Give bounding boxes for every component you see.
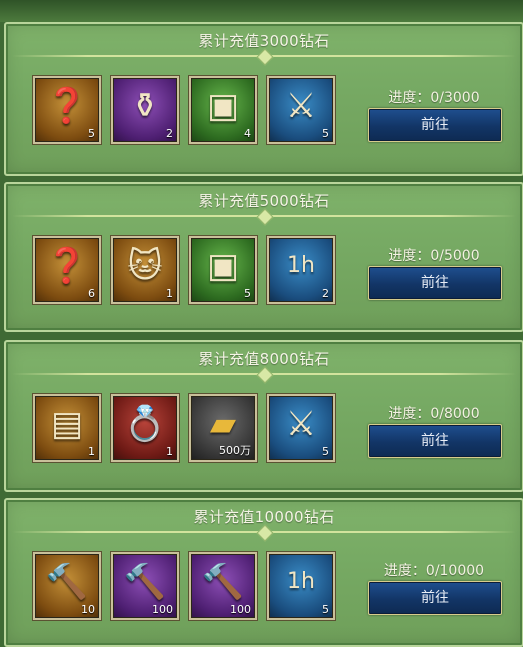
sapphire-ring-icon: 💍 xyxy=(123,404,167,444)
white-cat-icon: 🐱 xyxy=(127,246,163,286)
reward-item[interactable]: ⚱ 2 xyxy=(111,76,179,144)
reward-count: 5 xyxy=(322,127,329,140)
reward-count: 4 xyxy=(244,127,251,140)
golden-vase-icon: ⚱ xyxy=(130,86,160,126)
go-button[interactable]: 前往 xyxy=(368,266,502,300)
reward-item[interactable]: ▣ 4 xyxy=(189,76,257,144)
go-button[interactable]: 前往 xyxy=(368,108,502,142)
progress-text: 进度：0/3000 xyxy=(388,90,480,106)
reward-count: 6 xyxy=(88,287,95,300)
hourglass-1h-speedup-icon: 1h xyxy=(287,253,315,278)
go-button[interactable]: 前往 xyxy=(368,581,502,615)
divider-ornament-icon xyxy=(256,208,274,226)
reward-item[interactable]: 🔨 100 xyxy=(111,552,179,620)
recharge-tier-panel-3000: 累计充值3000钻石 ❓ 5 ⚱ 2 ▣ 4 ⚔ 5 进度：0/3000 前往 xyxy=(4,22,523,176)
reward-item[interactable]: ▣ 5 xyxy=(189,236,257,304)
divider-ornament-icon xyxy=(256,48,274,66)
progress-text: 进度：0/8000 xyxy=(388,406,480,422)
silver-chest-icon: ▣ xyxy=(206,86,240,126)
go-button[interactable]: 前往 xyxy=(368,424,502,458)
recharge-tier-panel-5000: 累计充值5000钻石 ❓ 6 🐱 1 ▣ 5 1h 2 进度：0/5000 前往 xyxy=(4,182,523,332)
progress-text: 进度：0/5000 xyxy=(388,248,480,264)
crossed-swords-icon: ⚔ xyxy=(285,404,317,444)
reward-count: 5 xyxy=(88,127,95,140)
reward-item[interactable]: ▤ 1 xyxy=(33,394,101,462)
reward-count: 100 xyxy=(152,603,173,616)
silver-chest-icon: ▣ xyxy=(206,246,240,286)
reward-count: 5 xyxy=(322,603,329,616)
reward-count: 500万 xyxy=(219,444,251,457)
reward-item[interactable]: ❓ 6 xyxy=(33,236,101,304)
hourglass-1h-speedup-icon: 1h xyxy=(287,569,315,594)
reward-count: 10 xyxy=(81,603,95,616)
reward-count: 2 xyxy=(166,127,173,140)
golden-chest-icon: ▤ xyxy=(50,404,84,444)
treasure-chest-mystery-icon: ❓ xyxy=(45,86,89,126)
reward-item[interactable]: ❓ 5 xyxy=(33,76,101,144)
reward-count: 5 xyxy=(322,445,329,458)
reward-item[interactable]: 🔨 100 xyxy=(189,552,257,620)
background-top-strip xyxy=(0,0,523,22)
treasure-chest-mystery-icon: ❓ xyxy=(45,246,89,286)
reward-item[interactable]: 1h 2 xyxy=(267,236,335,304)
reward-item[interactable]: ▰ 500万 xyxy=(189,394,257,462)
reward-count: 100 xyxy=(230,603,251,616)
reward-count: 2 xyxy=(322,287,329,300)
recharge-tier-panel-8000: 累计充值8000钻石 ▤ 1 💍 1 ▰ 500万 ⚔ 5 进度：0/8000 … xyxy=(4,340,523,492)
recharge-tier-panel-10000: 累计充值10000钻石 🔨 10 🔨 100 🔨 100 1h 5 进度：0/1… xyxy=(4,498,523,647)
reward-item[interactable]: ⚔ 5 xyxy=(267,76,335,144)
crossed-swords-icon: ⚔ xyxy=(285,86,317,126)
reward-count: 1 xyxy=(166,287,173,300)
reward-item[interactable]: 💍 1 xyxy=(111,394,179,462)
reward-count: 1 xyxy=(166,445,173,458)
divider-ornament-icon xyxy=(256,524,274,542)
reward-item[interactable]: 🐱 1 xyxy=(111,236,179,304)
reward-count: 5 xyxy=(244,287,251,300)
progress-text: 进度：0/10000 xyxy=(383,563,485,579)
reward-item[interactable]: ⚔ 5 xyxy=(267,394,335,462)
reward-item[interactable]: 🔨 10 xyxy=(33,552,101,620)
reward-item[interactable]: 1h 5 xyxy=(267,552,335,620)
war-hammer-icon: 🔨 xyxy=(45,562,89,602)
divider-ornament-icon xyxy=(256,366,274,384)
reward-count: 1 xyxy=(88,445,95,458)
hammer-badge-icon: 🔨 xyxy=(123,562,167,602)
hammer-badge-icon: 🔨 xyxy=(201,562,245,602)
gold-bar-icon: ▰ xyxy=(209,404,237,444)
